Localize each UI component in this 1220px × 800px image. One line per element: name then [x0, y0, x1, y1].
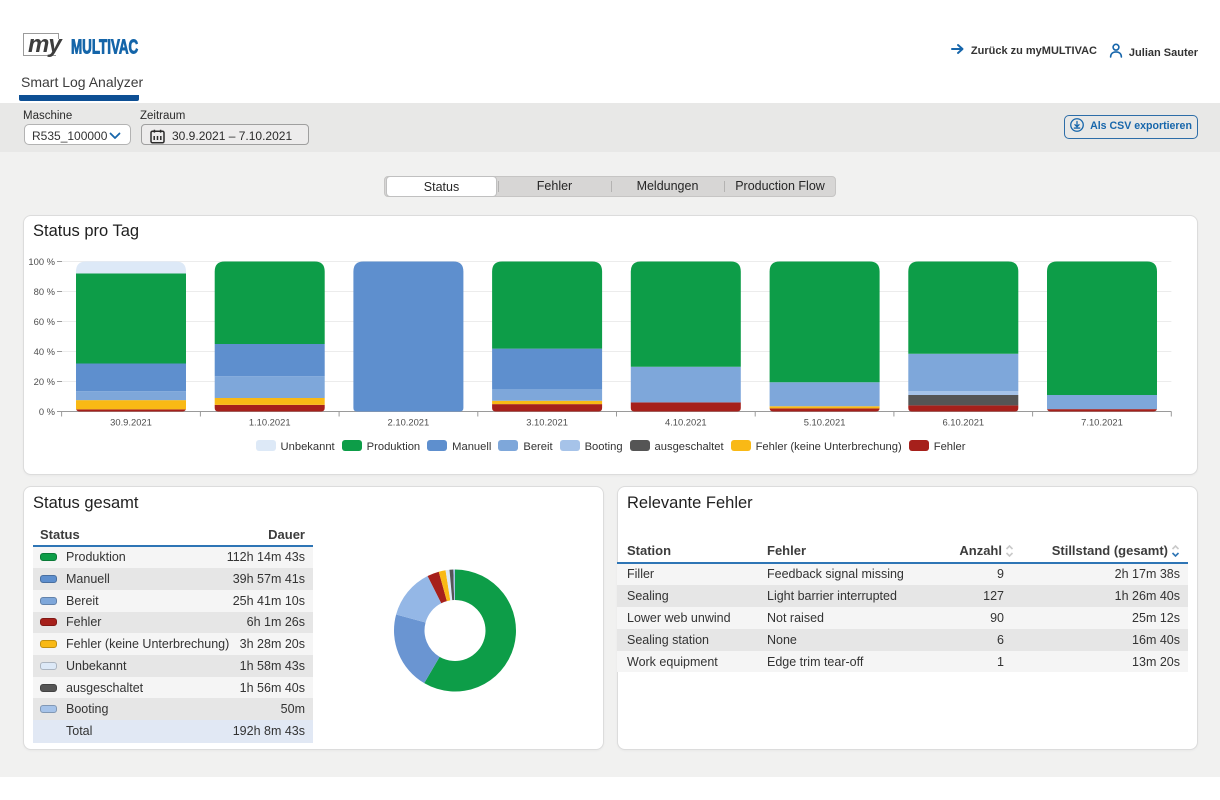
svg-text:4.10.2021: 4.10.2021 [665, 417, 707, 428]
svg-text:80 %: 80 % [34, 286, 55, 297]
svg-text:20 %: 20 % [34, 376, 55, 387]
svg-text:30.9.2021: 30.9.2021 [110, 417, 152, 428]
svg-text:6.10.2021: 6.10.2021 [942, 417, 984, 428]
svg-text:2.10.2021: 2.10.2021 [388, 417, 430, 428]
svg-text:5.10.2021: 5.10.2021 [804, 417, 846, 428]
svg-text:7.10.2021: 7.10.2021 [1081, 417, 1123, 428]
svg-text:40 %: 40 % [34, 346, 55, 357]
svg-text:3.10.2021: 3.10.2021 [526, 417, 568, 428]
svg-text:60 %: 60 % [34, 316, 55, 327]
svg-text:0 %: 0 % [39, 406, 55, 417]
svg-text:100 %: 100 % [28, 256, 55, 267]
svg-text:1.10.2021: 1.10.2021 [249, 417, 291, 428]
